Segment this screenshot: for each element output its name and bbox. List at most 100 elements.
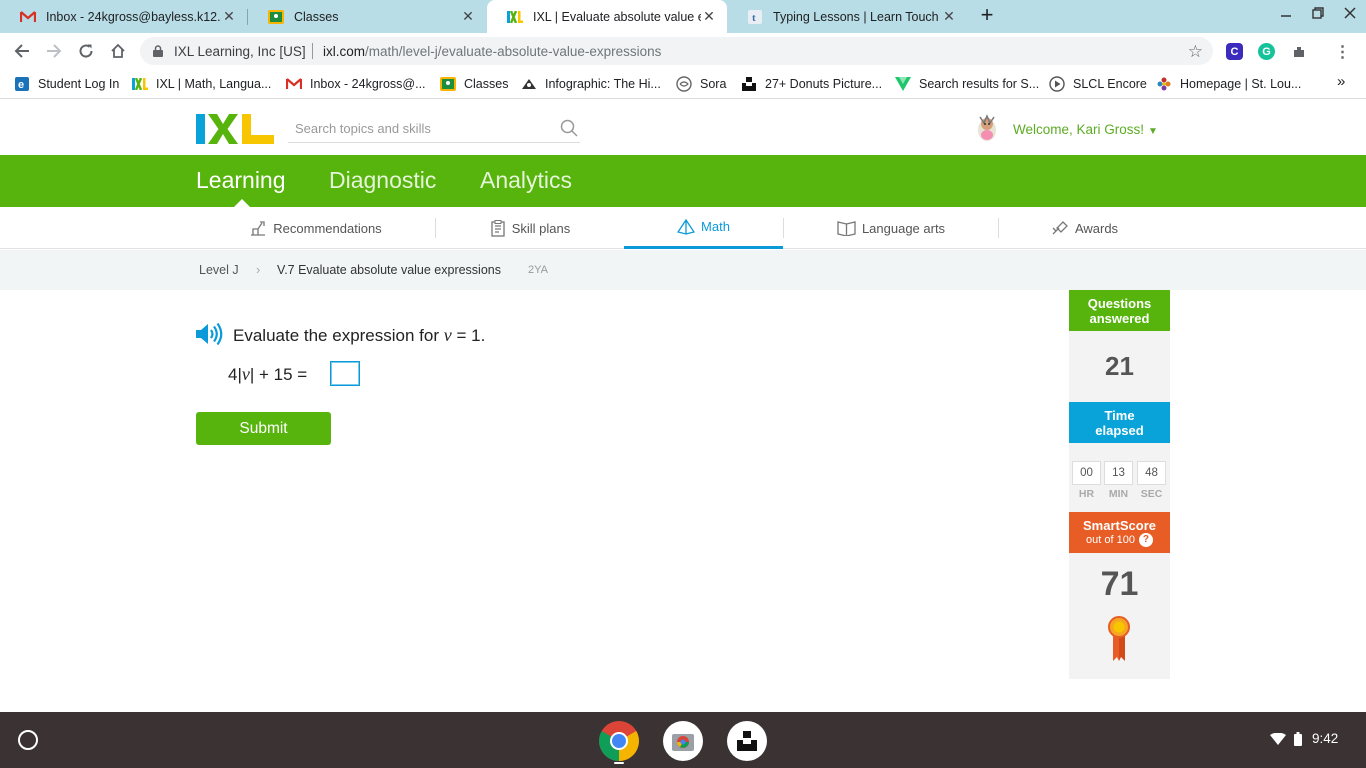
browser-toolbar: IXL Learning, Inc [US] ixl.com/math/leve… (0, 33, 1366, 69)
new-tab-button[interactable]: + (976, 4, 998, 28)
answer-input[interactable] (330, 361, 360, 386)
bookmark-label: Search results for S... (919, 77, 1040, 91)
bookmark-donuts[interactable]: 27+ Donuts Picture... (741, 76, 882, 92)
tab-gmail-inbox[interactable]: Inbox - 24kgross@bayless.k12.m ✕ (0, 0, 247, 33)
time-minutes: 13 (1104, 461, 1133, 485)
reload-icon[interactable] (74, 39, 98, 63)
ixl-icon (507, 9, 523, 25)
breadcrumb-level[interactable]: Level J (199, 263, 239, 277)
subnav-skill-plans[interactable]: Skill plans (436, 207, 624, 249)
subnav-recommendations[interactable]: Recommendations (196, 207, 435, 249)
nav-analytics[interactable]: Analytics (480, 167, 572, 194)
extension-c-icon[interactable]: C (1226, 43, 1243, 60)
tab-title: Typing Lessons | Learn Touch Ty (773, 9, 941, 24)
expression-right: | + 15 = (249, 365, 308, 384)
subnav-math[interactable]: Math (624, 207, 783, 249)
tab-title: IXL | Evaluate absolute value exp (533, 9, 701, 24)
site-identity: IXL Learning, Inc [US] (174, 44, 306, 59)
close-window-icon[interactable] (1340, 6, 1360, 22)
bookmark-search-results[interactable]: Search results for S... (895, 76, 1039, 92)
ixl-logo[interactable] (196, 114, 274, 144)
os-shelf: 9:42 (0, 712, 1366, 768)
search-box (288, 116, 580, 143)
address-divider (312, 43, 313, 59)
breadcrumb-skill: V.7 Evaluate absolute value expressions (277, 263, 501, 277)
edmodo-icon: e (14, 76, 30, 92)
unsplash-icon (741, 76, 757, 92)
subnav-awards[interactable]: Awards (999, 207, 1170, 249)
bookmark-inbox[interactable]: Inbox - 24kgross@... (286, 76, 426, 92)
smartscore-out-of: out of 100 (1086, 533, 1135, 546)
speaker-icon[interactable] (196, 322, 224, 346)
vuetify-icon (895, 76, 911, 92)
ixl-header: Welcome, Kari Gross!▼ (0, 100, 1366, 155)
bookmark-label: 27+ Donuts Picture... (765, 77, 883, 91)
restore-icon[interactable] (1308, 6, 1328, 22)
nav-active-pointer (234, 199, 250, 207)
bookmark-homepage[interactable]: Homepage | St. Lou... (1156, 76, 1301, 92)
tab-title: Inbox - 24kgross@bayless.k12.m (46, 9, 221, 24)
tab-typing-lessons[interactable]: t Typing Lessons | Learn Touch Ty ✕ (727, 0, 967, 33)
address-bar[interactable]: IXL Learning, Inc [US] ixl.com/math/leve… (140, 37, 1213, 65)
bookmark-sora[interactable]: Sora (676, 76, 726, 92)
browser-menu-icon[interactable]: ⋮ (1334, 43, 1351, 61)
extension-puzzle-icon[interactable] (1290, 43, 1307, 60)
tab-close-icon[interactable]: ✕ (701, 8, 717, 25)
breadcrumb: Level J › V.7 Evaluate absolute value ex… (0, 250, 1366, 290)
main-nav: Learning Diagnostic Analytics (0, 155, 1366, 207)
submit-button[interactable]: Submit (196, 412, 331, 445)
help-icon[interactable]: ? (1138, 533, 1153, 547)
search-input[interactable] (288, 116, 538, 140)
bookmark-label: Inbox - 24kgross@... (310, 77, 426, 91)
status-tray[interactable]: 9:42 (1270, 731, 1338, 746)
time-hours: 00 (1072, 461, 1101, 485)
more-bookmarks-icon[interactable]: » (1337, 73, 1345, 90)
bookmark-label: Student Log In (38, 77, 120, 91)
time-seconds: 48 (1137, 461, 1166, 485)
search-icon[interactable] (560, 119, 578, 142)
nav-diagnostic[interactable]: Diagnostic (329, 167, 436, 194)
sub-nav: Recommendations Skill plans Math Languag… (0, 207, 1366, 249)
tab-classes[interactable]: Classes ✕ (248, 0, 486, 33)
subnav-language-arts[interactable]: Language arts (784, 207, 998, 249)
bookmark-ixl[interactable]: IXL | Math, Langua... (132, 76, 271, 92)
site-icon (521, 76, 537, 92)
bookmark-student-log-in[interactable]: e Student Log In (14, 76, 119, 92)
tab-close-icon[interactable]: ✕ (941, 8, 957, 25)
unsplash-app-icon[interactable] (727, 721, 767, 761)
subnav-label: Skill plans (511, 220, 571, 236)
tab-close-icon[interactable]: ✕ (460, 8, 476, 25)
home-icon[interactable] (106, 39, 130, 63)
back-arrow-icon[interactable] (10, 39, 34, 63)
files-app-icon[interactable] (663, 721, 703, 761)
expression-left: 4| (228, 365, 242, 384)
minimize-icon[interactable] (1276, 6, 1296, 22)
ixl-icon (132, 76, 148, 92)
tab-ixl-active[interactable]: IXL | Evaluate absolute value exp ✕ (487, 0, 727, 33)
launcher-icon[interactable] (18, 730, 38, 750)
grammarly-icon[interactable]: G (1258, 43, 1275, 60)
bookmark-star-icon[interactable]: ☆ (1188, 42, 1203, 62)
bookmark-label: Classes (464, 77, 509, 91)
play-icon (1049, 76, 1065, 92)
avatar[interactable] (972, 113, 1002, 143)
prompt-variable: v (443, 325, 452, 345)
bookmark-slcl-encore[interactable]: SLCL Encore (1049, 76, 1147, 92)
url-path: /math/level-j/evaluate-absolute-value-ex… (365, 44, 662, 59)
chevron-down-icon: ▼ (1148, 126, 1158, 137)
subnav-label: Recommendations (273, 220, 382, 236)
bookmark-classes[interactable]: Classes (440, 76, 508, 92)
recommendations-icon (249, 220, 267, 236)
chrome-icon[interactable] (599, 721, 639, 761)
chevron-right-icon: › (256, 262, 261, 277)
bookmark-infographic[interactable]: Infographic: The Hi... (521, 76, 661, 92)
gmail-icon (20, 9, 36, 25)
tab-close-icon[interactable]: ✕ (221, 8, 237, 25)
bookmarks-bar: e Student Log In IXL | Math, Langua... I… (0, 69, 1366, 99)
questions-label-2: answered (1089, 310, 1150, 326)
questions-label-1: Questions (1087, 295, 1152, 311)
welcome-menu[interactable]: Welcome, Kari Gross! ▼ (1013, 122, 1158, 137)
subnav-label: Math (701, 219, 730, 234)
forward-arrow-icon[interactable] (42, 39, 66, 63)
nav-learning[interactable]: Learning (196, 167, 286, 194)
